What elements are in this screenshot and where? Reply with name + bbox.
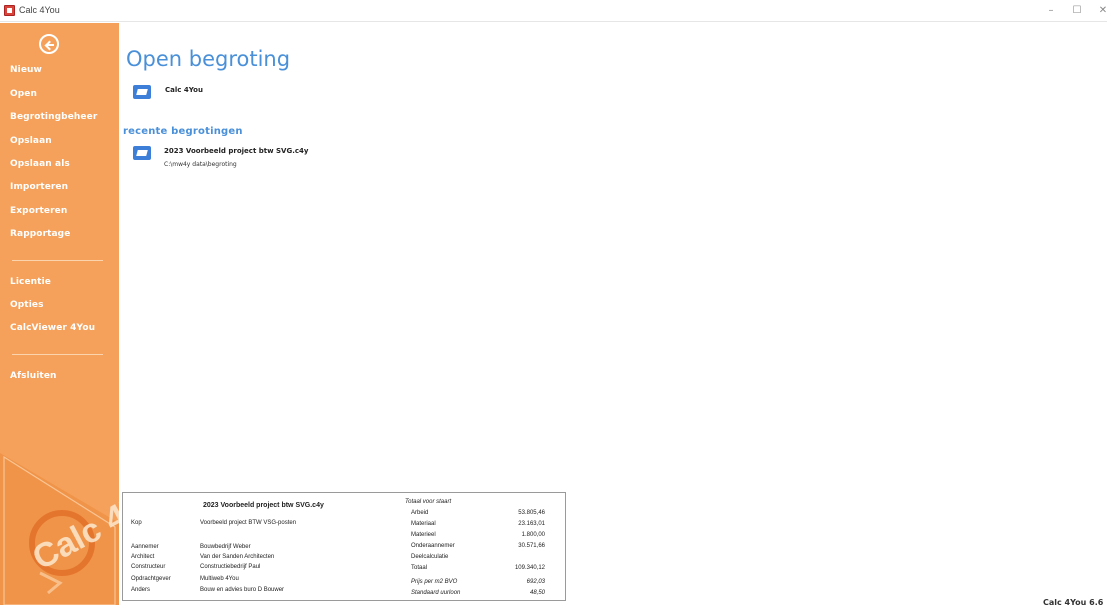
cost-label: Deelcalculatie [411, 554, 449, 560]
cost-label: Materieel [411, 532, 436, 538]
menu-item-exporteren[interactable]: Exporteren [10, 206, 67, 216]
calc4you-logo: Calc 4Y [0, 453, 119, 605]
folder-open-icon[interactable] [133, 146, 151, 160]
cost-label: Arbeid [411, 510, 429, 516]
recent-file-path: C:\mw4y data\begroting [164, 161, 237, 168]
preview-title: 2023 Voorbeeld project btw SVG.c4y [203, 502, 324, 509]
preview-value-anders: Bouw en advies buro D Bouwer [200, 587, 285, 593]
recent-header: recente begrotingen [123, 126, 243, 137]
preview-label-constructeur: Constructeur [131, 564, 166, 570]
menu-item-importeren[interactable]: Importeren [10, 182, 68, 192]
cost-value: 48,50 [529, 590, 545, 596]
cost-value: 53.805,46 [518, 510, 545, 516]
folder-open-icon[interactable] [133, 85, 151, 99]
app-icon [4, 5, 15, 16]
preview-label-opdrachtgever: Opdrachtgever [131, 576, 171, 582]
minimize-button[interactable]: – [1040, 3, 1062, 19]
menu-item-begrotingbeheer[interactable]: Begrotingbeheer [10, 112, 97, 122]
window-title: Calc 4You [19, 5, 60, 15]
cost-label: Onderaannemer [411, 543, 455, 549]
preview-label-aannemer: Aannemer [131, 544, 159, 550]
project-preview-panel: 2023 Voorbeeld project btw SVG.c4y Kop V… [122, 492, 566, 601]
preview-value-constructeur: Constructiebedrijf Paul [200, 564, 261, 570]
close-button[interactable]: ✕ [1092, 3, 1107, 19]
cost-value: 1.800,00 [521, 532, 545, 538]
preview-label-architect: Architect [131, 554, 155, 560]
menu-item-opslaan-als[interactable]: Opslaan als [10, 159, 70, 169]
preview-label-anders: Anders [131, 587, 151, 593]
back-arrow-icon[interactable] [39, 34, 59, 54]
version-label: Calc 4You 6.6 [1043, 598, 1104, 607]
title-bar: Calc 4You – ☐ ✕ [0, 0, 1107, 22]
cost-value: 23.163,01 [518, 521, 545, 527]
menu-item-nieuw[interactable]: Nieuw [10, 65, 42, 75]
preview-value-aannemer: Bouwbedrijf Weber [200, 544, 251, 550]
preview-value-kop: Voorbeeld project BTW VSG-posten [200, 520, 297, 526]
menu-item-calcviewer[interactable]: CalcViewer 4You [10, 323, 95, 333]
preview-label-kop: Kop [131, 520, 142, 526]
cost-value: 692,03 [526, 579, 545, 585]
menu-item-afsluiten[interactable]: Afsluiten [10, 371, 57, 381]
cost-label: Materiaal [411, 521, 436, 527]
sidebar: Nieuw Open Begrotingbeheer Opslaan Opsla… [0, 23, 119, 605]
costs-title: Totaal voor staart [405, 499, 452, 505]
menu-divider [12, 260, 103, 261]
preview-value-opdrachtgever: Multiweb 4You [200, 576, 239, 582]
recent-file-name[interactable]: 2023 Voorbeeld project btw SVG.c4y [164, 147, 308, 155]
preview-value-architect: Van der Sanden Architecten [200, 554, 275, 560]
cost-label: Standaard uurloon [411, 590, 461, 596]
menu-item-opslaan[interactable]: Opslaan [10, 136, 52, 146]
cost-value: 30.571,66 [518, 543, 545, 549]
open-calc4you-link[interactable]: Calc 4You [165, 86, 203, 94]
menu-item-rapportage[interactable]: Rapportage [10, 229, 70, 239]
menu-item-opties[interactable]: Opties [10, 300, 44, 310]
menu-item-licentie[interactable]: Licentie [10, 277, 51, 287]
cost-label: Prijs per m2 BVO [411, 579, 458, 585]
menu-divider [12, 354, 103, 355]
page-title: Open begroting [126, 47, 291, 71]
cost-value: 109.340,12 [514, 565, 545, 571]
maximize-button[interactable]: ☐ [1066, 3, 1088, 19]
cost-label: Totaal [411, 565, 428, 571]
menu-item-open[interactable]: Open [10, 89, 37, 99]
